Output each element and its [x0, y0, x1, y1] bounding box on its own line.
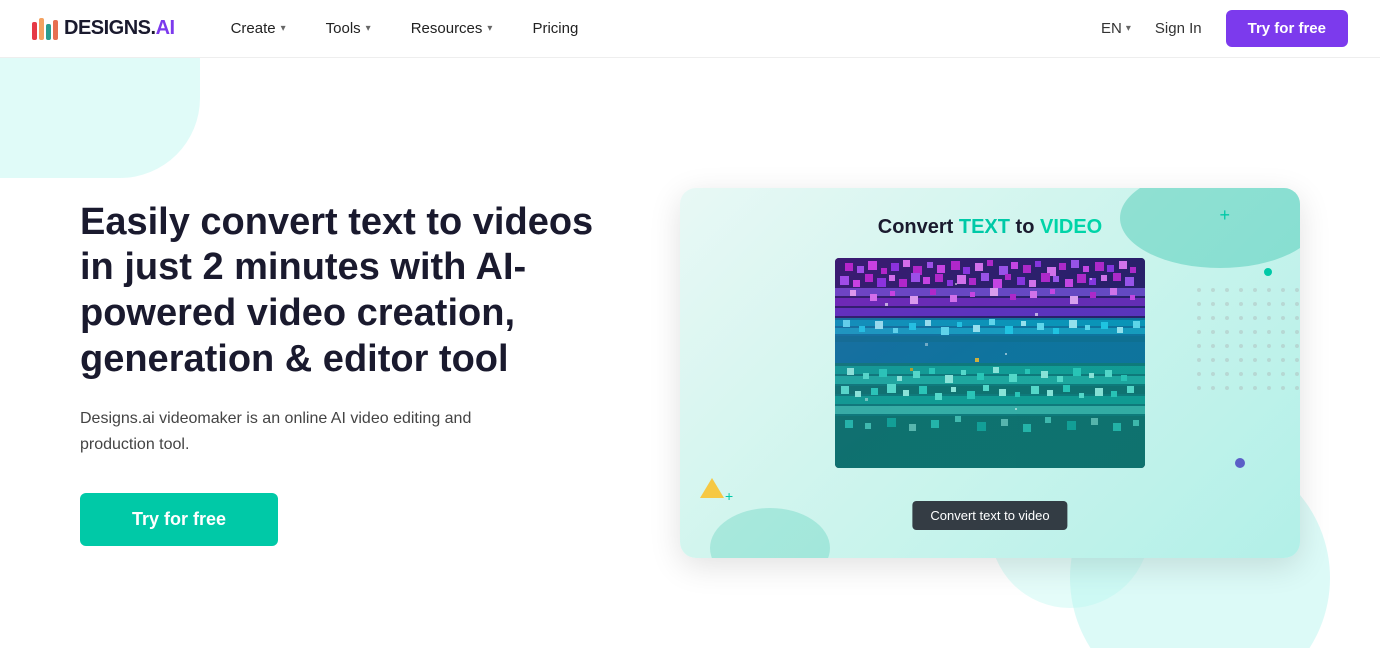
triangle-deco [700, 478, 724, 498]
title-text-green: VIDEO [1040, 216, 1102, 238]
hero-left: Easily convert text to videos in just 2 … [80, 200, 600, 547]
nav-create[interactable]: Create ▾ [211, 0, 306, 58]
convert-label: Convert text to video [912, 501, 1067, 530]
bg-blob-top-left [0, 58, 200, 178]
resources-chevron-icon: ▾ [487, 23, 492, 34]
video-card-title: Convert TEXT to VIDEO [680, 216, 1300, 239]
nav-tools[interactable]: Tools ▾ [306, 0, 391, 58]
video-card: + + Convert TEXT to VIDEO [680, 188, 1300, 558]
nav-resources[interactable]: Resources ▾ [391, 0, 513, 58]
lang-label: EN [1101, 20, 1122, 37]
sign-in-button[interactable]: Sign In [1147, 20, 1210, 37]
hero-subtext: Designs.ai videomaker is an online AI vi… [80, 406, 510, 457]
dots-grid [1197, 288, 1300, 396]
card-blob-bottom [710, 508, 830, 558]
title-text-teal: TEXT [959, 216, 1010, 238]
language-selector[interactable]: EN ▾ [1101, 20, 1131, 37]
nav-pricing[interactable]: Pricing [512, 0, 598, 58]
tools-chevron-icon: ▾ [366, 23, 371, 34]
pixel-art-display [835, 258, 1145, 468]
dot-deco-1 [1264, 268, 1272, 276]
logo-icon [32, 18, 60, 40]
logo-ai: AI [156, 17, 175, 40]
hero-heading: Easily convert text to videos in just 2 … [80, 200, 600, 382]
dot-deco-2 [1235, 458, 1245, 468]
navbar: DESIGNS.AI Create ▾ Tools ▾ Resources ▾ … [0, 0, 1380, 58]
try-free-hero-button[interactable]: Try for free [80, 493, 278, 546]
logo-text: DESIGNS. [64, 17, 156, 40]
create-chevron-icon: ▾ [281, 23, 286, 34]
try-free-nav-button[interactable]: Try for free [1226, 10, 1348, 47]
nav-links: Create ▾ Tools ▾ Resources ▾ Pricing [211, 0, 1101, 58]
plus-deco-2: + [725, 489, 733, 503]
hero-section: Easily convert text to videos in just 2 … [0, 58, 1380, 648]
logo[interactable]: DESIGNS.AI [32, 17, 175, 40]
hero-right: + + Convert TEXT to VIDEO [640, 188, 1340, 558]
nav-right: EN ▾ Sign In Try for free [1101, 10, 1348, 47]
lang-chevron-icon: ▾ [1126, 23, 1131, 34]
